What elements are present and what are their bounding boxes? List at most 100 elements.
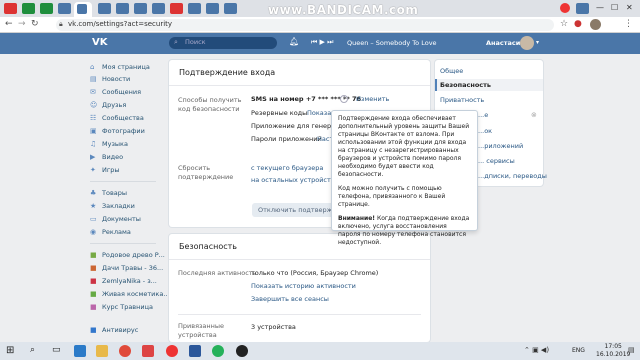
devices-value: 3 устройства [251, 323, 296, 331]
back-icon[interactable]: ← [5, 19, 13, 29]
sidebar-item[interactable]: ▶ Видео [90, 153, 160, 164]
whatsapp-icon[interactable] [212, 345, 224, 357]
reset-current-link[interactable]: с текущего браузера [251, 164, 323, 173]
sidebar-item[interactable]: ♫ Музыка [90, 140, 160, 151]
games-icon: ✦ [90, 166, 96, 174]
sidebar-item[interactable]: ✦ Игры [90, 166, 160, 177]
bandicam-icon[interactable] [236, 345, 248, 357]
address-bar: ← → ↻ 🔒︎ vk.com/settings?act=security ☆ … [0, 17, 640, 33]
sidebar-item[interactable]: ▣ Фотографии [90, 127, 160, 138]
tab-icon[interactable] [22, 3, 35, 14]
folder-icon[interactable] [96, 345, 108, 357]
minimize-button[interactable]: — [596, 3, 604, 12]
chevron-down-icon[interactable]: ▾ [536, 39, 539, 46]
sidebar-item[interactable]: ☷ Сообщества [90, 114, 160, 125]
sidebar-item[interactable]: ✉ Сообщения [90, 88, 160, 99]
tab-icon[interactable] [152, 3, 165, 14]
windows-start-icon[interactable]: ⊞ [6, 345, 14, 356]
vk-logo[interactable]: VK [92, 37, 108, 48]
tab-active[interactable] [74, 2, 92, 17]
menu-item[interactable]: ...е [478, 111, 488, 119]
player-controls[interactable]: ⏮ ▶ ⏭ [311, 38, 333, 47]
menu-item[interactable]: ... сервисы [478, 157, 515, 165]
reload-icon[interactable]: ↻ [31, 19, 39, 29]
app-icon: ■ [90, 303, 97, 311]
sidebar-item[interactable]: ■ Антивирус [90, 326, 160, 337]
sidebar-item[interactable]: ■ ZemlyaNika - з... [90, 277, 160, 288]
sidebar-item[interactable]: ■ Курс Травница [90, 303, 160, 314]
tab-icon[interactable] [170, 3, 183, 14]
sidebar-item[interactable]: ▤ Новости [90, 75, 160, 86]
tab-icon[interactable] [224, 3, 237, 14]
sidebar-item-label: Родовое древо Р... [102, 251, 165, 259]
tab-icon[interactable] [560, 3, 570, 13]
tab-icon[interactable] [98, 3, 111, 14]
menu-item-privacy[interactable]: Приватность [440, 96, 484, 104]
sidebar-item-label: Реклама [102, 228, 131, 236]
bell-icon[interactable]: 🔔︎ [289, 37, 299, 46]
sidebar-item[interactable]: ◉ Реклама [90, 228, 160, 239]
tab-icon[interactable] [4, 3, 17, 14]
star-icon[interactable]: ☆ [560, 19, 568, 29]
clock[interactable]: 17:05 16.10.2019 [596, 343, 630, 359]
sidebar-item[interactable]: ☺ Друзья [90, 101, 160, 112]
menu-item-security[interactable]: Безопасность [440, 81, 491, 89]
profile-icon[interactable] [590, 19, 601, 30]
sidebar-item[interactable]: ★ Закладки [90, 202, 160, 213]
tab-icon[interactable] [134, 3, 147, 14]
chrome-icon[interactable] [119, 345, 131, 357]
task-view-icon[interactable]: ▭ [52, 345, 61, 355]
menu-item[interactable]: ...ок [478, 127, 492, 135]
extension-icon[interactable]: ● [574, 19, 582, 29]
sidebar-divider [90, 243, 156, 244]
menu-item-general[interactable]: Общее [440, 67, 463, 75]
user-name[interactable]: Анастасия [486, 39, 525, 47]
sidebar-item[interactable]: ♣ Товары [90, 189, 160, 200]
vk-header: VK ⌕ Поиск 🔔︎ ⏮ ▶ ⏭ Queen – Somebody To … [0, 33, 640, 54]
reset-other-link[interactable]: на остальных устройствах [251, 176, 342, 185]
tab-icon[interactable] [58, 3, 71, 14]
now-playing[interactable]: Queen – Somebody To Love [347, 39, 437, 47]
ie-icon[interactable] [74, 345, 86, 357]
change-link[interactable]: Изменить [356, 95, 389, 104]
sidebar-item[interactable]: ■ Живая косметика... [90, 290, 170, 301]
sidebar-item[interactable]: ■ Дачи Травы - 36... [90, 264, 163, 275]
backup-codes-label: Резервные коды [251, 109, 308, 117]
close-icon[interactable]: ⊗ [531, 111, 537, 119]
panel-divider [178, 314, 421, 315]
sidebar-item-label: Фотографии [102, 127, 145, 135]
app-icon: ■ [90, 264, 97, 272]
sidebar-item[interactable]: ■ Родовое древо Р... [90, 251, 165, 262]
menu-item[interactable]: ...дписки, переводы [478, 172, 547, 180]
tooltip-warning: Внимание! [338, 215, 376, 222]
menu-item[interactable]: ...риложений [478, 142, 523, 150]
sidebar-item[interactable]: ▭ Документы [90, 215, 160, 226]
sidebar-item-label: Моя страница [102, 63, 150, 71]
tray-icons[interactable]: ⌃ ▣ ◀︎) [524, 346, 549, 354]
forward-icon[interactable]: → [18, 19, 26, 29]
yandex-icon[interactable] [166, 345, 178, 357]
sidebar-item[interactable]: ⌂ Моя страница [90, 63, 160, 74]
search-icon[interactable]: ⌕ [30, 345, 35, 355]
last-activity-value: только что (Россия, Браузер Chrome) [251, 269, 379, 277]
end-sessions-link[interactable]: Завершить все сеансы [251, 295, 329, 304]
app-icon[interactable] [142, 345, 154, 357]
show-history-link[interactable]: Показать историю активности [251, 282, 356, 291]
home-icon: ⌂ [90, 63, 95, 71]
word-icon[interactable] [189, 345, 201, 357]
tab-icon[interactable] [206, 3, 219, 14]
notifications-icon[interactable]: ▤ [628, 346, 635, 354]
maximize-button[interactable]: ☐ [611, 3, 618, 12]
help-icon[interactable]: ? [340, 95, 348, 103]
tab-icon[interactable] [40, 3, 53, 14]
tab-icon[interactable] [116, 3, 129, 14]
tab-icon[interactable] [576, 3, 589, 14]
language-indicator[interactable]: ENG [572, 347, 585, 354]
url-field[interactable]: 🔒︎ vk.com/settings?act=security [56, 19, 554, 31]
help-tooltip: Подтверждение входа обеспечивает дополни… [331, 110, 478, 246]
tab-icon[interactable] [188, 3, 201, 14]
close-button[interactable]: ✕ [626, 3, 633, 12]
avatar[interactable] [520, 36, 534, 50]
menu-icon[interactable]: ⋮ [624, 19, 633, 29]
search-input[interactable]: ⌕ Поиск [169, 37, 277, 49]
